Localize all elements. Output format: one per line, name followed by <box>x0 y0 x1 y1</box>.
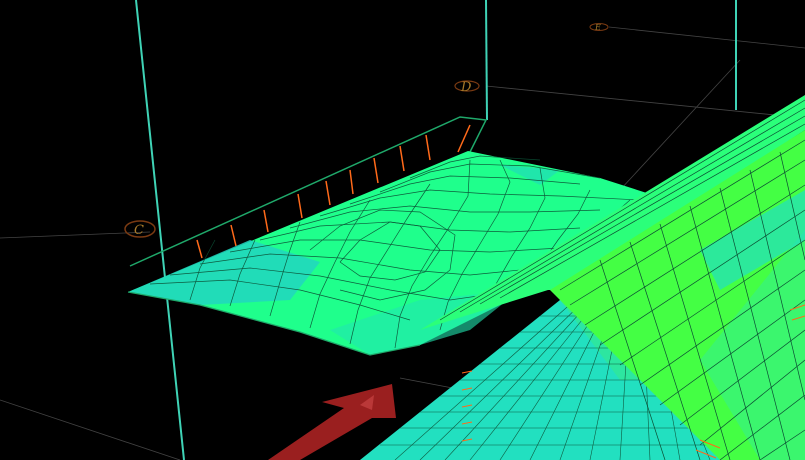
3d-viewport[interactable]: C D E <box>0 0 805 460</box>
grid-bubble-e[interactable]: E <box>589 23 609 32</box>
grid-bubble-c[interactable]: C <box>124 220 156 238</box>
grid-label-d: D <box>460 80 472 95</box>
grid-bubble-d[interactable]: D <box>454 80 480 95</box>
grid-label-e: E <box>594 23 601 32</box>
grid-label-c: C <box>134 223 144 238</box>
model-scene[interactable]: C D E <box>0 0 805 460</box>
